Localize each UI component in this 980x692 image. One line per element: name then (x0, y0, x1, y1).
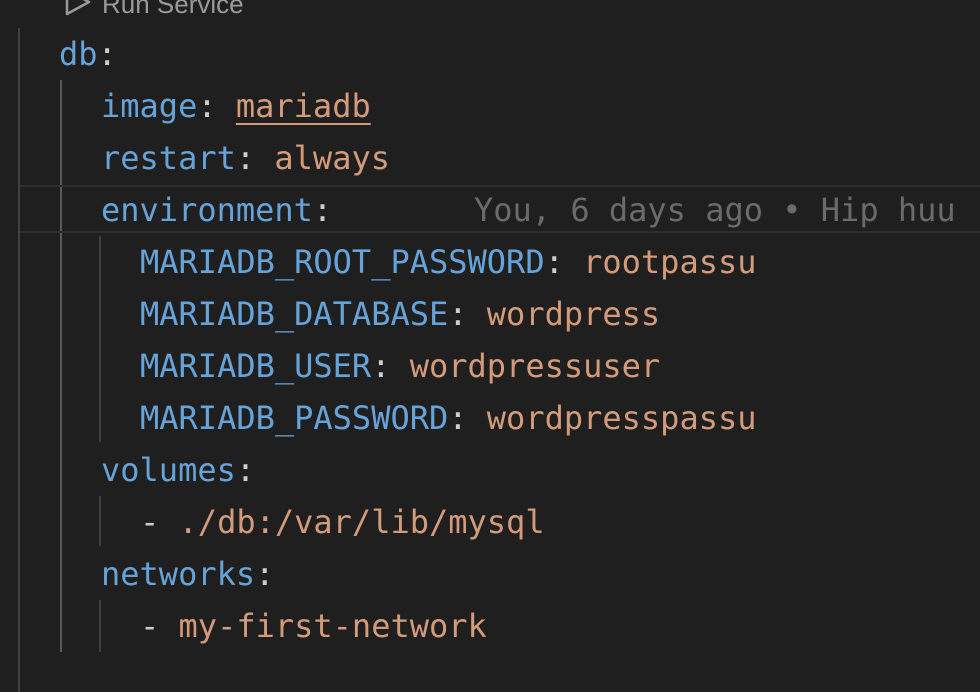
yaml-colon: : (97, 35, 117, 73)
yaml-list-dash: - (140, 607, 160, 645)
yaml-value: always (274, 139, 390, 177)
yaml-colon: : (255, 555, 275, 593)
yaml-colon: : (371, 347, 391, 385)
yaml-key: environment (101, 191, 313, 229)
code-line[interactable]: MARIADB_USER: wordpressuser (0, 340, 980, 392)
yaml-key: MARIADB_PASSWORD (140, 399, 449, 437)
yaml-colon: : (235, 139, 256, 177)
code-line[interactable]: db: (0, 28, 980, 80)
yaml-list-dash: - (140, 503, 160, 541)
yaml-colon: : (448, 295, 468, 333)
yaml-value: ./db:/var/lib/mysql (178, 503, 545, 541)
codelens-label[interactable]: Run Service (102, 0, 244, 19)
code-line[interactable]: MARIADB_DATABASE: wordpress (0, 288, 980, 340)
yaml-key: restart (101, 139, 236, 177)
yaml-key: MARIADB_ROOT_PASSWORD (140, 243, 545, 281)
yaml-colon: : (312, 191, 333, 229)
git-blame-annotation[interactable]: You, 6 days ago • Hip huu (474, 184, 956, 236)
yaml-value: wordpresspassu (486, 399, 757, 437)
code-line[interactable]: - my-first-network (0, 600, 980, 652)
yaml-value: rootpassu (583, 243, 757, 281)
code-line[interactable]: - ./db:/var/lib/mysql (0, 496, 980, 548)
yaml-value: wordpressuser (409, 347, 661, 385)
code-line[interactable]: MARIADB_PASSWORD: wordpresspassu (0, 392, 980, 444)
yaml-key: networks (101, 555, 256, 593)
code-line[interactable]: MARIADB_ROOT_PASSWORD: rootpassu (0, 236, 980, 288)
yaml-value-link[interactable]: mariadb (236, 87, 371, 125)
yaml-key: MARIADB_DATABASE (140, 295, 449, 333)
code-line[interactable]: networks: (0, 548, 980, 600)
yaml-colon: : (235, 451, 256, 489)
yaml-key: volumes (101, 451, 236, 489)
yaml-colon: : (197, 87, 217, 125)
code-line[interactable]: environment: You, 6 days ago • Hip huu (0, 184, 980, 236)
code-line[interactable]: volumes: (0, 444, 980, 496)
code-line[interactable]: image: mariadb (0, 80, 980, 132)
yaml-colon: : (544, 243, 564, 281)
yaml-value: wordpress (486, 295, 661, 333)
yaml-value: my-first-network (178, 607, 487, 645)
play-icon (62, 0, 92, 26)
code-editor[interactable]: Run Service db: image: mariadb restart: … (0, 0, 980, 692)
yaml-key: MARIADB_USER (140, 347, 372, 385)
yaml-key: db (59, 35, 98, 73)
yaml-colon: : (448, 399, 468, 437)
yaml-key: image (101, 87, 198, 125)
codelens-run-service[interactable]: Run Service (62, 0, 244, 22)
code-line[interactable]: restart: always (0, 132, 980, 184)
